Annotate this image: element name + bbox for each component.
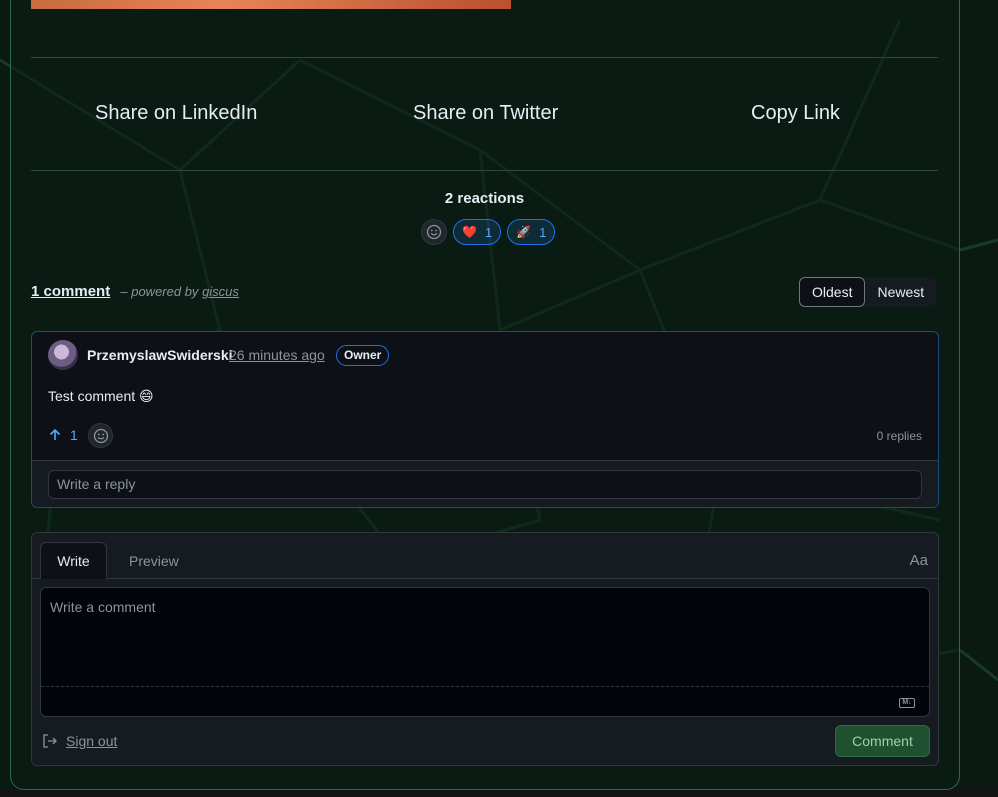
comment-placeholder: Write a comment <box>50 599 156 615</box>
reaction-row: ❤️ 1 🚀 1 <box>421 219 556 245</box>
comment-add-reaction-button[interactable] <box>88 423 113 448</box>
sort-oldest-button[interactable]: Oldest <box>799 277 866 307</box>
post-image <box>31 0 511 9</box>
comment-body: Test comment 😄 <box>48 388 154 404</box>
sign-out-icon <box>43 734 57 748</box>
powered-by: – powered by giscus <box>120 284 239 299</box>
reply-input[interactable]: Write a reply <box>48 470 922 499</box>
smiley-icon <box>426 224 442 240</box>
submit-comment-button[interactable]: Comment <box>835 725 930 757</box>
divider <box>31 170 938 171</box>
share-linkedin-button[interactable]: Share on LinkedIn <box>95 102 257 125</box>
sort-toggle: Oldest Newest <box>799 277 937 307</box>
reactions-title: 2 reactions <box>444 190 525 207</box>
sign-out-button[interactable]: Sign out <box>42 733 117 749</box>
sign-out-label: Sign out <box>66 733 118 749</box>
reaction-count: 1 <box>484 224 493 240</box>
comment: PrzemyslawSwiderski 26 minutes ago Owner… <box>31 331 939 508</box>
reaction-count: 1 <box>539 224 547 240</box>
textarea-divider <box>41 686 929 687</box>
tab-write[interactable]: Write <box>40 542 107 579</box>
rocket-icon: 🚀 <box>516 225 532 239</box>
arrow-up-icon <box>49 428 61 440</box>
owner-badge: Owner <box>336 345 390 366</box>
comment-author[interactable]: PrzemyslawSwiderski <box>87 347 233 363</box>
heart-icon: ❤️ <box>462 225 477 239</box>
comment-composer: Write Preview Aa Write a comment M↓ Sign… <box>31 532 939 766</box>
text-format-icon[interactable]: Aa <box>910 552 928 569</box>
tab-preview[interactable]: Preview <box>129 553 179 569</box>
bottom-bar <box>0 790 998 797</box>
upvote-count: 1 <box>70 427 78 443</box>
comments-count-link[interactable]: 1 comment <box>31 283 110 300</box>
tab-divider <box>32 578 938 579</box>
powered-by-label: – powered by <box>120 284 199 299</box>
avatar[interactable] <box>48 340 78 370</box>
giscus-link[interactable]: giscus <box>202 284 239 299</box>
reaction-rocket-button[interactable]: 🚀 1 <box>507 219 556 245</box>
sort-newest-button[interactable]: Newest <box>865 277 936 307</box>
reaction-heart-button[interactable]: ❤️ 1 <box>453 219 502 245</box>
reply-area: Write a reply <box>32 460 938 507</box>
add-reaction-button[interactable] <box>421 219 447 245</box>
upvote-button[interactable]: 1 <box>48 427 78 443</box>
smiley-icon <box>93 428 108 443</box>
comment-time[interactable]: 26 minutes ago <box>229 347 325 363</box>
comment-textarea[interactable]: Write a comment M↓ <box>40 587 930 717</box>
share-twitter-button[interactable]: Share on Twitter <box>413 102 558 125</box>
share-row: Share on LinkedIn Share on Twitter Copy … <box>31 58 938 170</box>
copy-link-button[interactable]: Copy Link <box>751 102 840 125</box>
replies-count: 0 replies <box>876 429 922 443</box>
markdown-icon: M↓ <box>899 698 915 708</box>
comments-header: 1 comment – powered by giscus <box>31 283 239 300</box>
